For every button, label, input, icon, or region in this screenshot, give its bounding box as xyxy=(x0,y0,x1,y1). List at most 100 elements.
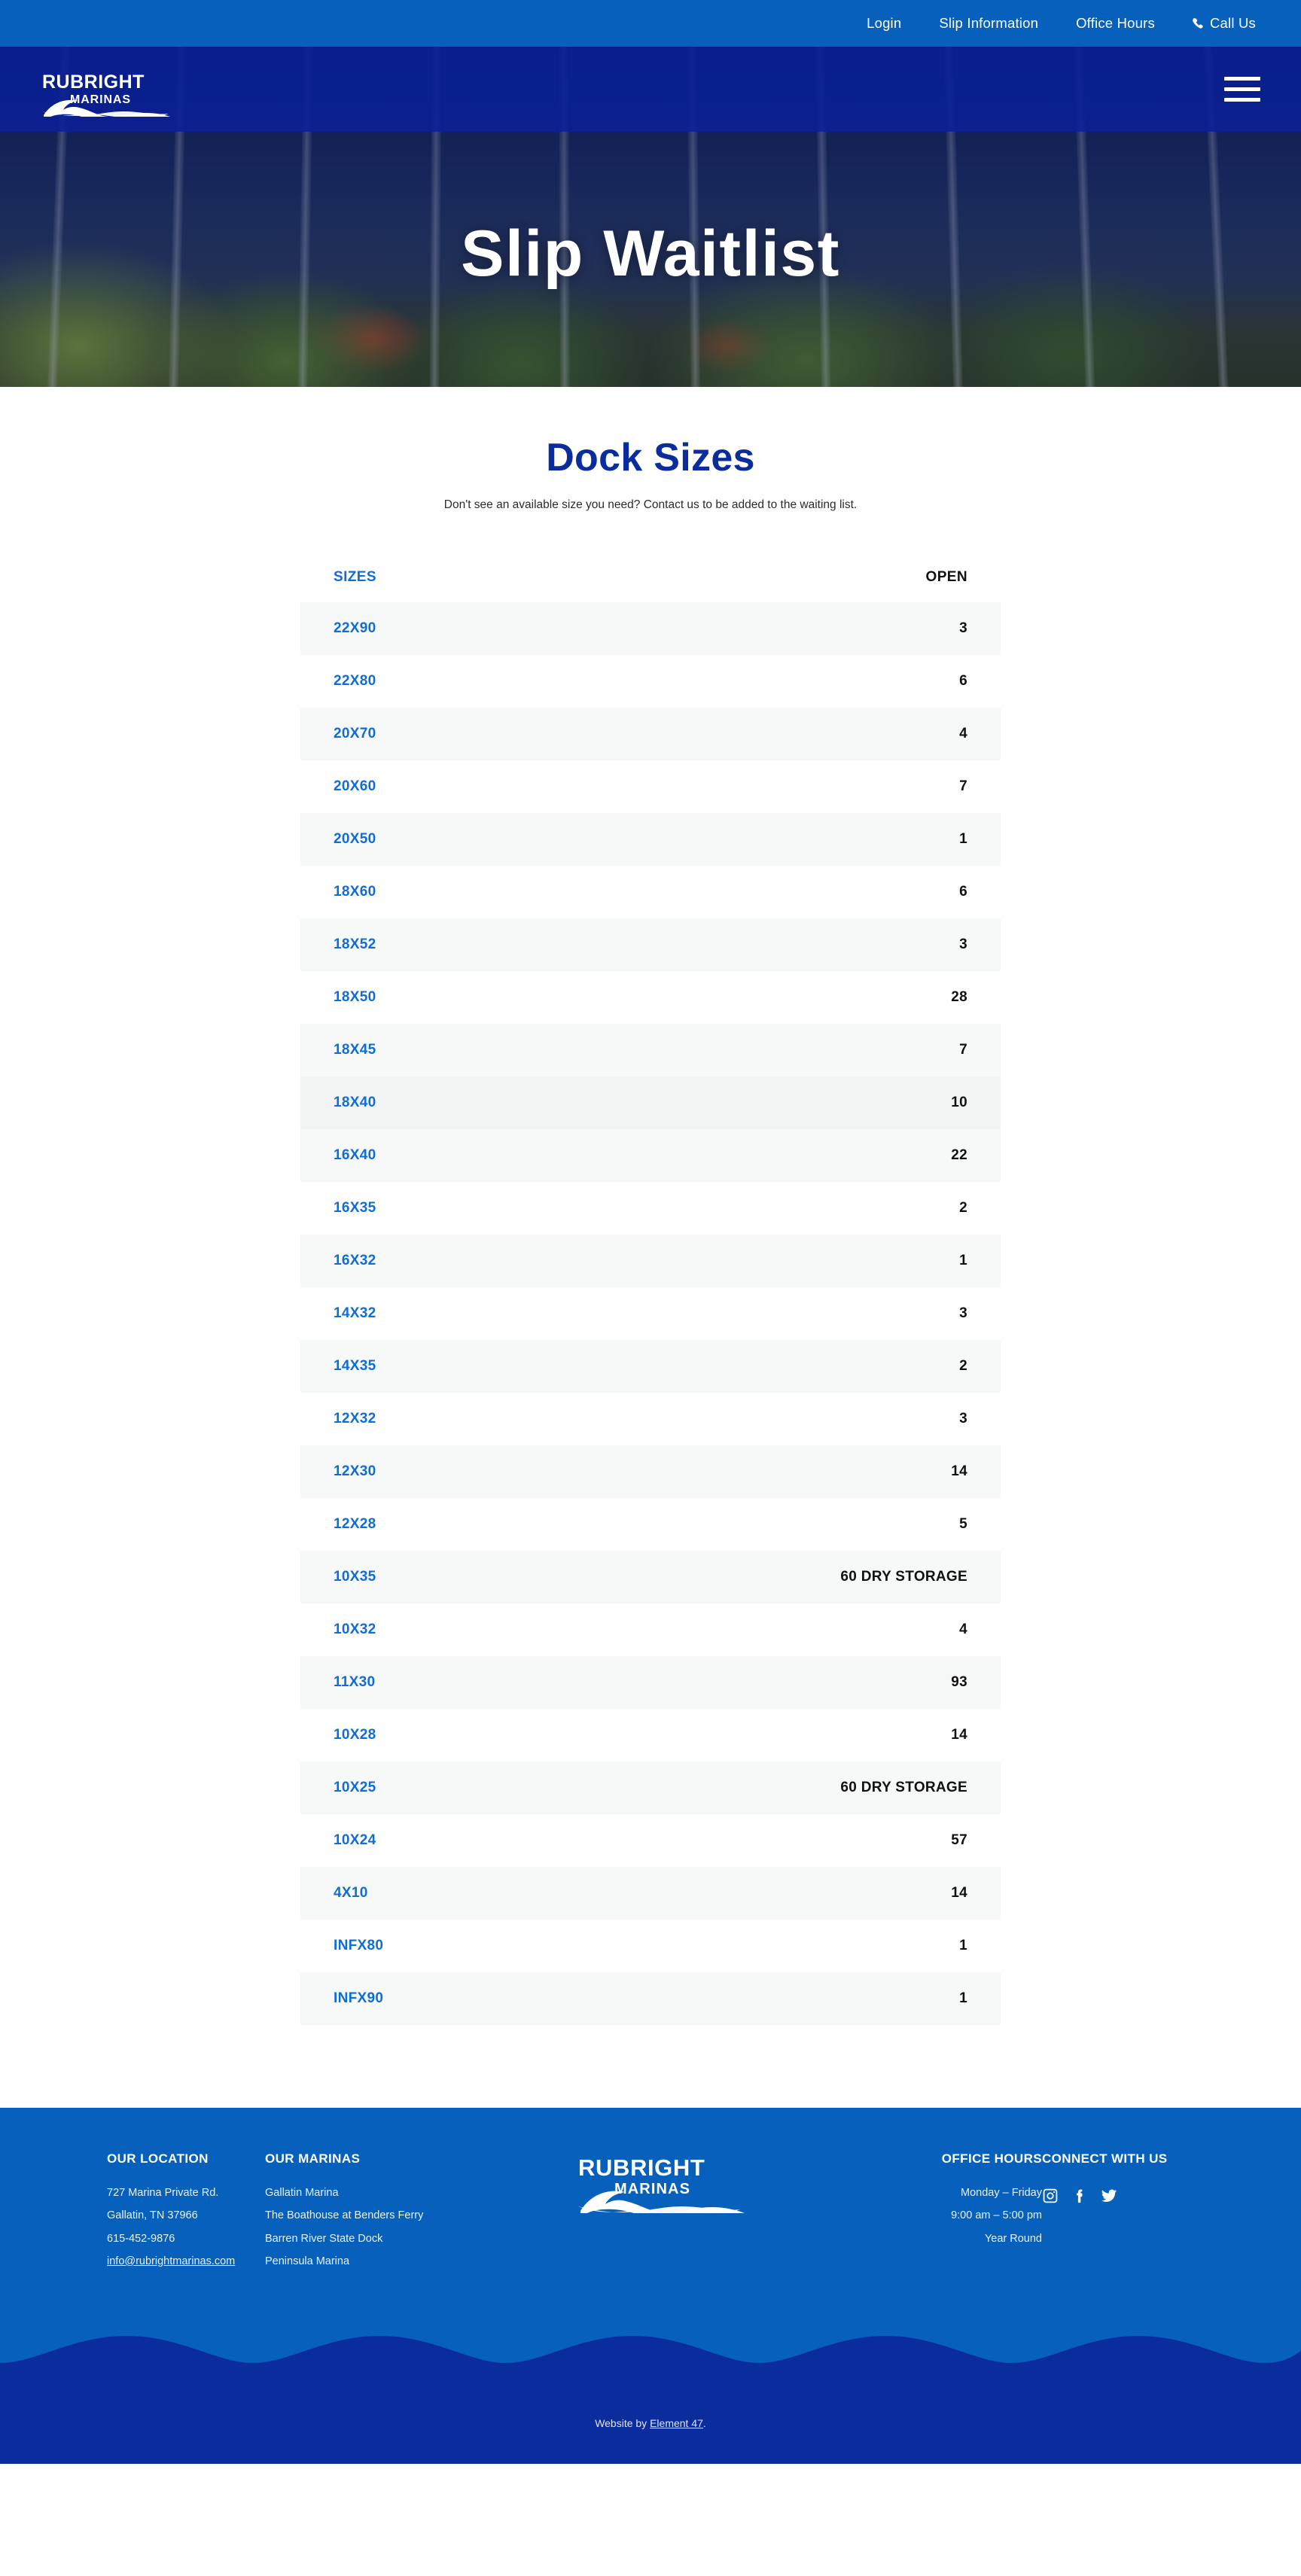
instagram-icon[interactable] xyxy=(1042,2188,1059,2204)
footer-marina-item[interactable]: Gallatin Marina xyxy=(265,2187,483,2199)
table-row[interactable]: 12X30 14 xyxy=(300,1445,1001,1499)
table-row[interactable]: 11X30 93 xyxy=(300,1656,1001,1710)
topbar-link-login[interactable]: Login xyxy=(867,15,901,32)
logo-wordmark: RUBRIGHT xyxy=(42,71,145,93)
social-links xyxy=(1042,2188,1215,2204)
cell-open: 4 xyxy=(959,726,967,742)
footer-columns: OUR LOCATION 727 Marina Private Rd. Gall… xyxy=(86,2151,1215,2279)
table-row[interactable]: 18X50 28 xyxy=(300,971,1001,1024)
footer-marina-item[interactable]: Peninsula Marina xyxy=(265,2255,483,2267)
dock-sizes-table-wrapper: SIZES OPEN 22X90 3 22X80 6 20X70 4 20X60 7 20X50… xyxy=(300,512,1001,2026)
site-header: RUBRIGHT MARINAS xyxy=(0,47,1301,132)
footer-marina-item[interactable]: Barren River State Dock xyxy=(265,2233,483,2245)
table-row[interactable]: 22X80 6 xyxy=(300,655,1001,708)
cell-size: 16X40 xyxy=(334,1147,376,1164)
cell-size: 16X32 xyxy=(334,1253,376,1269)
footer-phone: 615-452-9876 xyxy=(107,2232,175,2245)
cell-size: 10X32 xyxy=(334,1621,376,1638)
cell-size: 18X40 xyxy=(334,1095,376,1111)
footer-heading-location: OUR LOCATION xyxy=(107,2151,209,2166)
topbar-link-call-us[interactable]: Call Us xyxy=(1193,15,1256,32)
table-row[interactable]: 4X10 14 xyxy=(300,1867,1001,1920)
table-row[interactable]: 16X35 2 xyxy=(300,1182,1001,1235)
table-row[interactable]: 10X28 14 xyxy=(300,1709,1001,1761)
cell-open: 7 xyxy=(959,1042,967,1058)
footer-hours-season: Year Round xyxy=(984,2232,1042,2245)
table-row[interactable]: 18X45 7 xyxy=(300,1024,1001,1077)
footer-logo[interactable]: RUBRIGHT MARINAS xyxy=(578,2156,751,2214)
table-row[interactable]: 10X25 60 DRY STORAGE xyxy=(300,1761,1001,1815)
table-row[interactable]: 18X52 3 xyxy=(300,918,1001,972)
topbar-link-office-hours[interactable]: Office Hours xyxy=(1076,15,1155,32)
footer-wave-divider xyxy=(0,2313,1301,2403)
table-row[interactable]: 22X90 3 xyxy=(300,602,1001,656)
table-row[interactable]: 14X35 2 xyxy=(300,1340,1001,1393)
cell-open: 14 xyxy=(951,1885,967,1902)
site-logo[interactable]: RUBRIGHT MARINAS xyxy=(42,71,178,117)
facebook-icon[interactable] xyxy=(1071,2188,1088,2204)
table-row[interactable]: 12X28 5 xyxy=(300,1498,1001,1551)
footer-column-location: OUR LOCATION 727 Marina Private Rd. Gall… xyxy=(107,2151,265,2279)
footer-marina-item[interactable]: The Boathouse at Benders Ferry xyxy=(265,2210,483,2221)
table-row[interactable]: INFX80 1 xyxy=(300,1920,1001,1972)
footer-address-line-1: 727 Marina Private Rd. xyxy=(107,2187,219,2200)
cell-size: 4X10 xyxy=(334,1885,368,1902)
cell-size: 12X30 xyxy=(334,1463,376,1480)
cell-size: 11X30 xyxy=(334,1674,376,1691)
table-row[interactable]: 20X50 1 xyxy=(300,813,1001,866)
footer-hours-days: Monday – Friday xyxy=(961,2187,1042,2200)
cell-size: 20X50 xyxy=(334,831,376,848)
cell-open: 1 xyxy=(959,831,967,848)
cell-open: 57 xyxy=(951,1832,967,1849)
wave-shape-icon xyxy=(0,2336,1301,2403)
cell-size: 22X90 xyxy=(334,620,376,637)
cell-size: 20X60 xyxy=(334,778,376,795)
cell-open: 1 xyxy=(959,1253,967,1269)
table-row[interactable]: 20X60 7 xyxy=(300,760,1001,813)
cell-size: 14X32 xyxy=(334,1305,376,1322)
table-row[interactable]: 10X24 57 xyxy=(300,1814,1001,1867)
table-row[interactable]: 18X40 10 xyxy=(300,1076,1001,1130)
table-row[interactable]: 16X32 1 xyxy=(300,1235,1001,1288)
twitter-icon[interactable] xyxy=(1101,2188,1117,2204)
table-row[interactable]: 14X32 3 xyxy=(300,1287,1001,1340)
footer-column-hours: OFFICE HOURS Monday – Friday 9:00 am – 5… xyxy=(846,2151,1042,2256)
footer-email-link[interactable]: info@rubrightmarinas.com xyxy=(107,2255,265,2267)
phone-icon xyxy=(1193,17,1204,29)
cell-open: 60 DRY STORAGE xyxy=(840,1569,967,1585)
table-row[interactable]: 10X32 4 xyxy=(300,1603,1001,1656)
cell-open: 1 xyxy=(959,1938,967,1954)
page-title: Slip Waitlist xyxy=(461,218,840,290)
column-header-open: OPEN xyxy=(925,569,967,586)
cell-size: 12X32 xyxy=(334,1411,376,1427)
footer-address-line-2: Gallatin, TN 37966 xyxy=(107,2209,198,2222)
cell-open: 10 xyxy=(650,1076,1001,1129)
table-row[interactable]: 18X60 6 xyxy=(300,866,1001,918)
table-row[interactable]: 10X35 60 DRY STORAGE xyxy=(300,1551,1001,1604)
table-row[interactable]: 12X32 3 xyxy=(300,1393,1001,1445)
cell-open: 5 xyxy=(959,1516,967,1533)
cell-size: 22X80 xyxy=(334,673,376,690)
cell-open: 22 xyxy=(951,1147,967,1164)
table-row[interactable]: 20X70 4 xyxy=(300,708,1001,761)
cell-open: 4 xyxy=(959,1621,967,1638)
logo-wave-icon xyxy=(42,99,170,117)
table-row[interactable]: 16X40 22 xyxy=(300,1129,1001,1183)
cell-open: 60 DRY STORAGE xyxy=(840,1780,967,1796)
cell-size: 20X70 xyxy=(334,726,376,742)
credit-prefix: Website by xyxy=(595,2417,650,2430)
cell-open: 3 xyxy=(959,1411,967,1427)
cell-size: 18X45 xyxy=(334,1042,376,1058)
cell-size: 18X52 xyxy=(334,936,376,953)
credit-link[interactable]: Element 47 xyxy=(650,2417,703,2429)
cell-open: 3 xyxy=(959,620,967,637)
hamburger-menu-icon[interactable] xyxy=(1224,77,1260,102)
cell-size: 16X35 xyxy=(334,1200,376,1216)
topbar-link-slip-information[interactable]: Slip Information xyxy=(939,15,1038,32)
table-row[interactable]: INFX90 1 xyxy=(300,1972,1001,2026)
cell-size: 10X28 xyxy=(334,1727,376,1743)
cell-size: 18X50 xyxy=(334,989,376,1006)
cell-open: 2 xyxy=(959,1200,967,1216)
table-body: 22X90 3 22X80 6 20X70 4 20X60 7 20X50 1 18X60 6 18X5… xyxy=(300,602,1001,2026)
cell-open: 3 xyxy=(959,1305,967,1322)
